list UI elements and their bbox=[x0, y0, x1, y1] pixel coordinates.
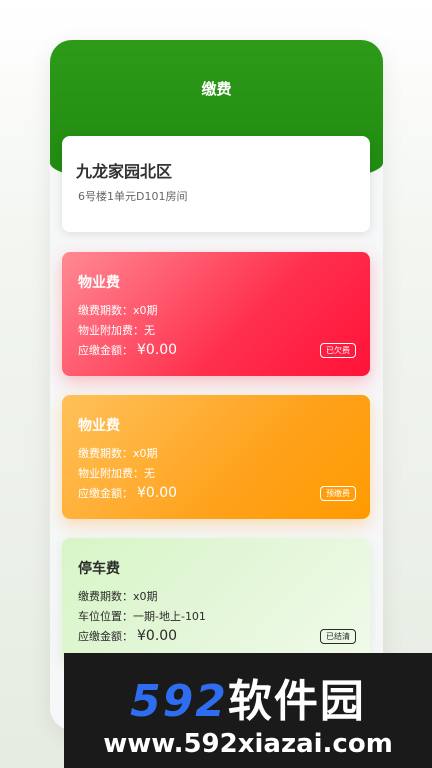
extra-label: 物业附加费： bbox=[78, 324, 144, 337]
watermark-overlay: 592软件园 www.592xiazai.com bbox=[64, 653, 432, 768]
amount-value: ¥0.00 bbox=[137, 628, 178, 644]
fee-card-property-arrears[interactable]: 物业费 缴费期数：x0期 物业附加费：无 应缴金额： ¥0.00 已欠费 bbox=[62, 252, 370, 376]
address-card[interactable]: 九龙家园北区 6号楼1单元D101房间 bbox=[62, 136, 370, 232]
watermark-number: 592 bbox=[130, 676, 228, 727]
extra-value: 无 bbox=[144, 324, 155, 337]
amount-row: 应缴金额： ¥0.00 bbox=[78, 342, 177, 358]
phone-screen: 缴费 九龙家园北区 6号楼1单元D101房间 物业费 缴费期数：x0期 物业附加… bbox=[50, 40, 383, 730]
periods-label: 缴费期数： bbox=[78, 590, 133, 603]
amount-label: 应缴金额： bbox=[78, 344, 133, 357]
amount-label: 应缴金额： bbox=[78, 487, 133, 500]
periods-value: x0期 bbox=[133, 447, 158, 460]
fee-card-property-prepay[interactable]: 物业费 缴费期数：x0期 物业附加费：无 应缴金额： ¥0.00 预缴费 bbox=[62, 395, 370, 519]
periods-value: x0期 bbox=[133, 590, 158, 603]
status-badge: 已欠费 bbox=[320, 343, 356, 358]
periods-label: 缴费期数： bbox=[78, 304, 133, 317]
extra-value: 一期-地上-101 bbox=[133, 610, 206, 623]
amount-row: 应缴金额： ¥0.00 bbox=[78, 628, 177, 644]
watermark-url: www.592xiazai.com bbox=[103, 729, 393, 759]
fee-title: 物业费 bbox=[78, 275, 120, 291]
page-title: 缴费 bbox=[201, 80, 232, 98]
fee-title: 物业费 bbox=[78, 418, 120, 434]
fee-title: 停车费 bbox=[78, 561, 120, 577]
periods-label: 缴费期数： bbox=[78, 447, 133, 460]
extra-value: 无 bbox=[144, 467, 155, 480]
estate-name: 九龙家园北区 bbox=[76, 162, 173, 181]
amount-value: ¥0.00 bbox=[137, 485, 178, 501]
watermark-logo: 592软件园 bbox=[64, 665, 432, 727]
amount-value: ¥0.00 bbox=[137, 342, 178, 358]
room-address: 6号楼1单元D101房间 bbox=[78, 190, 188, 203]
status-badge: 已结清 bbox=[320, 629, 356, 644]
extra-row: 物业附加费：无 bbox=[78, 465, 155, 481]
periods-value: x0期 bbox=[133, 304, 158, 317]
extra-row: 物业附加费：无 bbox=[78, 322, 155, 338]
periods-row: 缴费期数：x0期 bbox=[78, 588, 158, 604]
amount-row: 应缴金额： ¥0.00 bbox=[78, 485, 177, 501]
extra-label: 车位位置： bbox=[78, 610, 133, 623]
status-badge: 预缴费 bbox=[320, 486, 356, 501]
extra-label: 物业附加费： bbox=[78, 467, 144, 480]
extra-row: 车位位置：一期-地上-101 bbox=[78, 608, 206, 624]
watermark-name: 软件园 bbox=[227, 676, 366, 727]
periods-row: 缴费期数：x0期 bbox=[78, 445, 158, 461]
fee-card-parking[interactable]: 停车费 缴费期数：x0期 车位位置：一期-地上-101 应缴金额： ¥0.00 已… bbox=[62, 538, 370, 662]
amount-label: 应缴金额： bbox=[78, 630, 133, 643]
periods-row: 缴费期数：x0期 bbox=[78, 302, 158, 318]
